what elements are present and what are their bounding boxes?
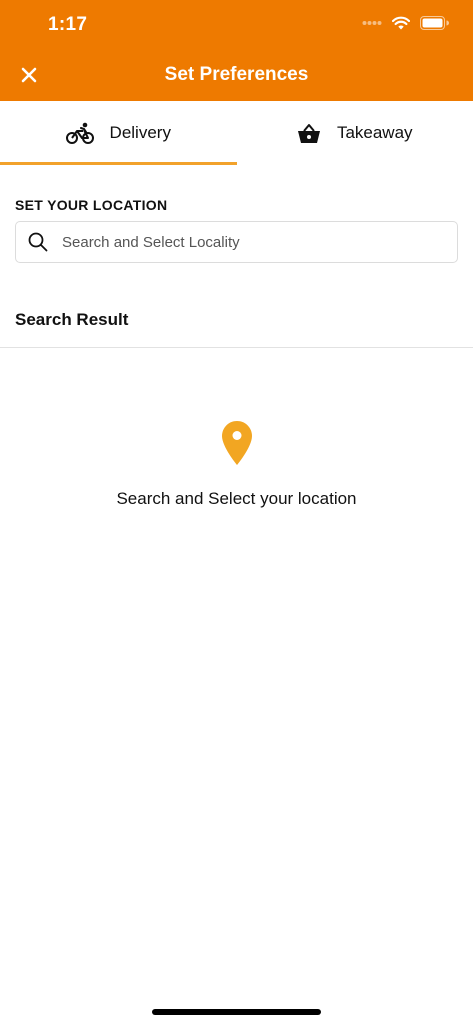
home-indicator xyxy=(152,1009,321,1015)
locality-search-input[interactable] xyxy=(62,233,422,251)
empty-state: Search and Select your location xyxy=(0,420,473,509)
locality-search-box[interactable] xyxy=(15,221,458,263)
tab-takeaway-label: Takeaway xyxy=(336,123,413,142)
bicycle-icon xyxy=(65,122,94,144)
wifi-icon xyxy=(392,16,410,30)
tab-delivery-label: Delivery xyxy=(109,123,171,142)
status-bar: 1:17 xyxy=(0,0,473,52)
battery-icon xyxy=(420,16,449,30)
app-header: 1:17 Set Preferences xyxy=(0,0,473,101)
empty-state-message: Search and Select your location xyxy=(116,489,357,508)
page-title: Set Preferences xyxy=(164,64,309,85)
search-icon xyxy=(28,232,48,252)
basket-icon xyxy=(297,123,320,143)
location-section-label: SET YOUR LOCATION xyxy=(15,197,168,213)
search-result-heading: Search Result xyxy=(15,310,129,329)
nav-bar: Set Preferences xyxy=(0,52,473,101)
status-icons xyxy=(362,16,449,30)
location-pin-icon xyxy=(221,421,252,465)
status-time: 1:17 xyxy=(48,14,88,35)
tab-takeaway[interactable]: Takeaway xyxy=(237,101,473,165)
divider xyxy=(0,347,473,348)
signal-icon xyxy=(362,21,382,25)
order-type-tabs: Delivery Takeaway xyxy=(0,101,473,165)
tab-delivery[interactable]: Delivery xyxy=(0,101,237,165)
